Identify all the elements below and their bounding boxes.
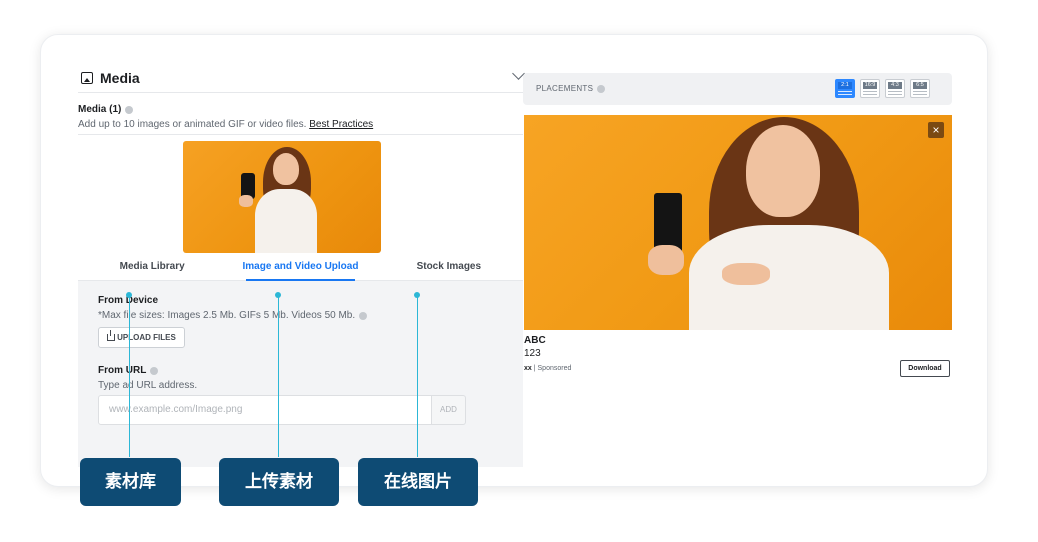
- person-pointing-hand: [722, 263, 770, 285]
- ratio-line: [863, 94, 877, 95]
- ratio-line: [888, 94, 902, 95]
- placements-bar: PLACEMENTS 2:1 16:9 4:3 6:5: [523, 73, 952, 105]
- placements-label: PLACEMENTS: [536, 84, 606, 93]
- tab-image-video-upload[interactable]: Image and Video Upload: [226, 255, 374, 281]
- info-icon[interactable]: [125, 105, 134, 114]
- ratio-16-9-button[interactable]: 16:9: [860, 79, 880, 98]
- add-url-button[interactable]: ADD: [432, 395, 466, 425]
- ratio-line: [863, 91, 877, 92]
- info-icon[interactable]: [150, 366, 159, 375]
- upload-icon: [107, 330, 116, 341]
- max-file-sizes-text: *Max file sizes: Images 2.5 Mb. GIFs 5 M…: [98, 310, 356, 321]
- media-count-text: Media (1): [78, 104, 122, 115]
- close-preview-button[interactable]: ×: [928, 122, 944, 138]
- ratio-line: [913, 91, 927, 92]
- sponsored-text: | Sponsored: [531, 365, 572, 372]
- info-icon[interactable]: [359, 311, 368, 320]
- ad-title: ABC: [524, 335, 546, 346]
- ad-subtitle: 123: [524, 348, 541, 359]
- person-face: [746, 125, 820, 217]
- max-file-sizes: *Max file sizes: Images 2.5 Mb. GIFs 5 M…: [98, 310, 368, 321]
- callout-stock-images: 在线图片: [358, 458, 478, 506]
- image-icon: [81, 71, 93, 84]
- ratio-line: [838, 91, 852, 92]
- tab-media-library[interactable]: Media Library: [78, 255, 226, 280]
- ad-preview-image: [524, 115, 952, 330]
- callout-line: [278, 295, 279, 457]
- media-section-header[interactable]: Media: [78, 63, 525, 93]
- media-thumbnail[interactable]: [183, 141, 381, 253]
- placements-label-text: PLACEMENTS: [536, 84, 594, 93]
- media-description-text: Add up to 10 images or animated GIF or v…: [78, 119, 307, 130]
- person-shirt: [255, 189, 317, 253]
- ratio-4-3-button[interactable]: 4:3: [885, 79, 905, 98]
- divider: [78, 134, 523, 135]
- best-practices-link[interactable]: Best Practices: [309, 119, 373, 130]
- sponsor-name: xx: [524, 365, 532, 372]
- info-icon[interactable]: [597, 84, 606, 93]
- person-face: [273, 153, 299, 185]
- ratio-label: 6:5: [913, 82, 927, 89]
- person-shirt: [689, 225, 889, 330]
- media-tabs: Media Library Image and Video Upload Sto…: [78, 255, 523, 281]
- upload-files-label: UPLOAD FILES: [117, 333, 176, 342]
- media-panel: Media Media (1) Add up to 10 images or a…: [78, 35, 525, 488]
- url-hint: Type ad URL address.: [98, 380, 198, 391]
- ratio-line: [838, 94, 852, 95]
- person-hand: [648, 245, 684, 275]
- ratio-2-1-button[interactable]: 2:1: [835, 79, 855, 98]
- ratio-label: 16:9: [863, 82, 877, 89]
- download-button[interactable]: Download: [900, 360, 950, 377]
- ratio-line: [888, 91, 902, 92]
- ad-editor-card: Media Media (1) Add up to 10 images or a…: [40, 34, 988, 487]
- ratio-label: 4:3: [888, 82, 902, 89]
- media-title: Media: [100, 69, 140, 86]
- upload-area: From Device *Max file sizes: Images 2.5 …: [78, 281, 523, 467]
- ratio-line: [913, 94, 927, 95]
- from-url-text: From URL: [98, 365, 147, 376]
- upload-files-button[interactable]: UPLOAD FILES: [98, 327, 185, 348]
- person-hand: [239, 195, 253, 207]
- ratio-6-5-button[interactable]: 6:5: [910, 79, 930, 98]
- sponsored-label: xx | Sponsored: [524, 365, 571, 372]
- ratio-label: 2:1: [838, 82, 852, 89]
- tab-stock-images[interactable]: Stock Images: [375, 255, 523, 280]
- callout-line: [129, 295, 130, 457]
- media-count-label: Media (1): [78, 104, 134, 115]
- callout-media-library: 素材库: [80, 458, 181, 506]
- callout-line: [417, 295, 418, 457]
- callout-upload: 上传素材: [219, 458, 339, 506]
- media-description: Add up to 10 images or animated GIF or v…: [78, 119, 373, 130]
- url-input[interactable]: www.example.com/Image.png: [98, 395, 432, 425]
